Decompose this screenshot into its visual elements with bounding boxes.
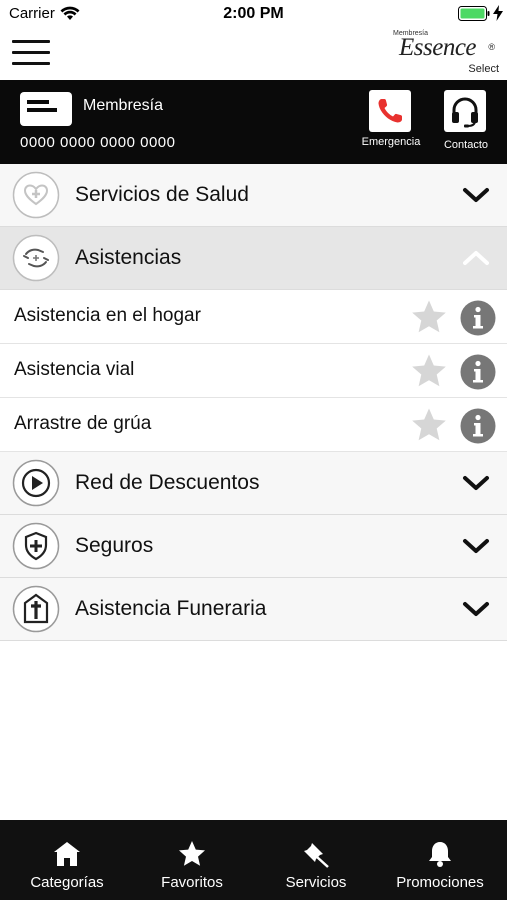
tab-categorias[interactable]: Categorías xyxy=(4,820,130,900)
subitem-asistencia-vial[interactable]: Asistencia vial xyxy=(0,344,507,398)
tab-label: Favoritos xyxy=(161,874,223,891)
emergency-button[interactable]: Emergencia xyxy=(355,90,427,158)
membership-card-icon xyxy=(20,92,72,126)
favorite-star-icon[interactable] xyxy=(410,407,448,443)
logo-sub-text: Select xyxy=(468,63,499,75)
subitem-label: Asistencia vial xyxy=(14,359,135,380)
shield-plus-icon xyxy=(12,522,60,570)
subitem-arrastre-de-grua[interactable]: Arrastre de grúa xyxy=(0,398,507,452)
membership-header: Membresía 0000 0000 0000 0000 Emergencia… xyxy=(0,80,507,164)
contact-icon-box xyxy=(444,90,486,132)
chevron-down-icon[interactable] xyxy=(462,472,490,494)
category-servicios-de-salud[interactable]: Servicios de Salud xyxy=(0,164,507,227)
tab-label: Servicios xyxy=(285,874,347,891)
tomb-cross-icon xyxy=(12,585,60,633)
category-red-de-descuentos[interactable]: Red de Descuentos xyxy=(0,452,507,515)
subitem-label: Asistencia en el hogar xyxy=(14,305,201,326)
info-icon[interactable] xyxy=(460,300,496,336)
status-bar: Carrier 2:00 PM xyxy=(0,0,507,28)
category-asistencias[interactable]: Asistencias xyxy=(0,227,507,290)
contact-label: Contacto xyxy=(443,139,489,151)
star-icon xyxy=(179,841,205,866)
pin-icon xyxy=(304,843,329,868)
bell-icon xyxy=(429,842,451,867)
info-icon[interactable] xyxy=(460,408,496,444)
chevron-down-icon[interactable] xyxy=(462,184,490,206)
battery-icon xyxy=(458,6,490,21)
hands-assist-icon xyxy=(12,234,60,282)
logo-registered-mark: ® xyxy=(488,42,495,52)
tab-bar: Categorías Favoritos Servicios Promocion… xyxy=(0,820,507,900)
category-label: Asistencia Funeraria xyxy=(75,597,267,620)
home-icon xyxy=(54,842,80,866)
category-label: Seguros xyxy=(75,534,154,557)
tab-label: Categorías xyxy=(30,874,104,891)
category-seguros[interactable]: Seguros xyxy=(0,515,507,578)
membership-number: 0000 0000 0000 0000 xyxy=(20,134,176,151)
charging-bolt-icon xyxy=(493,5,503,21)
logo-main-text: Essence xyxy=(399,34,477,61)
play-circle-icon xyxy=(12,459,60,507)
emergency-label: Emergencia xyxy=(361,136,421,148)
menu-icon[interactable] xyxy=(12,40,50,66)
app-logo: Membresía Essence ® Select xyxy=(389,30,499,78)
category-list: Servicios de Salud Asistencias Asistenci… xyxy=(0,164,507,641)
subitem-asistencia-en-el-hogar[interactable]: Asistencia en el hogar xyxy=(0,290,507,344)
nav-bar: Membresía Essence ® Select xyxy=(0,28,507,80)
status-time: 2:00 PM xyxy=(223,5,284,22)
phone-icon xyxy=(378,99,402,123)
membership-label: Membresía xyxy=(83,97,164,114)
subitem-label: Arrastre de grúa xyxy=(14,413,152,434)
tab-promociones[interactable]: Promociones xyxy=(377,820,503,900)
chevron-down-icon[interactable] xyxy=(462,535,490,557)
category-asistencia-funeraria[interactable]: Asistencia Funeraria xyxy=(0,578,507,641)
heart-plus-icon xyxy=(12,171,60,219)
emergency-icon-box xyxy=(369,90,411,132)
category-label: Red de Descuentos xyxy=(75,471,260,494)
tab-label: Promociones xyxy=(396,874,484,891)
favorite-star-icon[interactable] xyxy=(410,353,448,389)
chevron-up-icon[interactable] xyxy=(462,247,490,269)
contact-button[interactable]: Contacto xyxy=(430,90,502,158)
headset-icon xyxy=(452,97,478,128)
info-icon[interactable] xyxy=(460,354,496,390)
tab-servicios[interactable]: Servicios xyxy=(253,820,379,900)
tab-favoritos[interactable]: Favoritos xyxy=(129,820,255,900)
category-label: Servicios de Salud xyxy=(75,183,249,206)
chevron-down-icon[interactable] xyxy=(462,598,490,620)
category-label: Asistencias xyxy=(75,246,182,269)
favorite-star-icon[interactable] xyxy=(410,299,448,335)
